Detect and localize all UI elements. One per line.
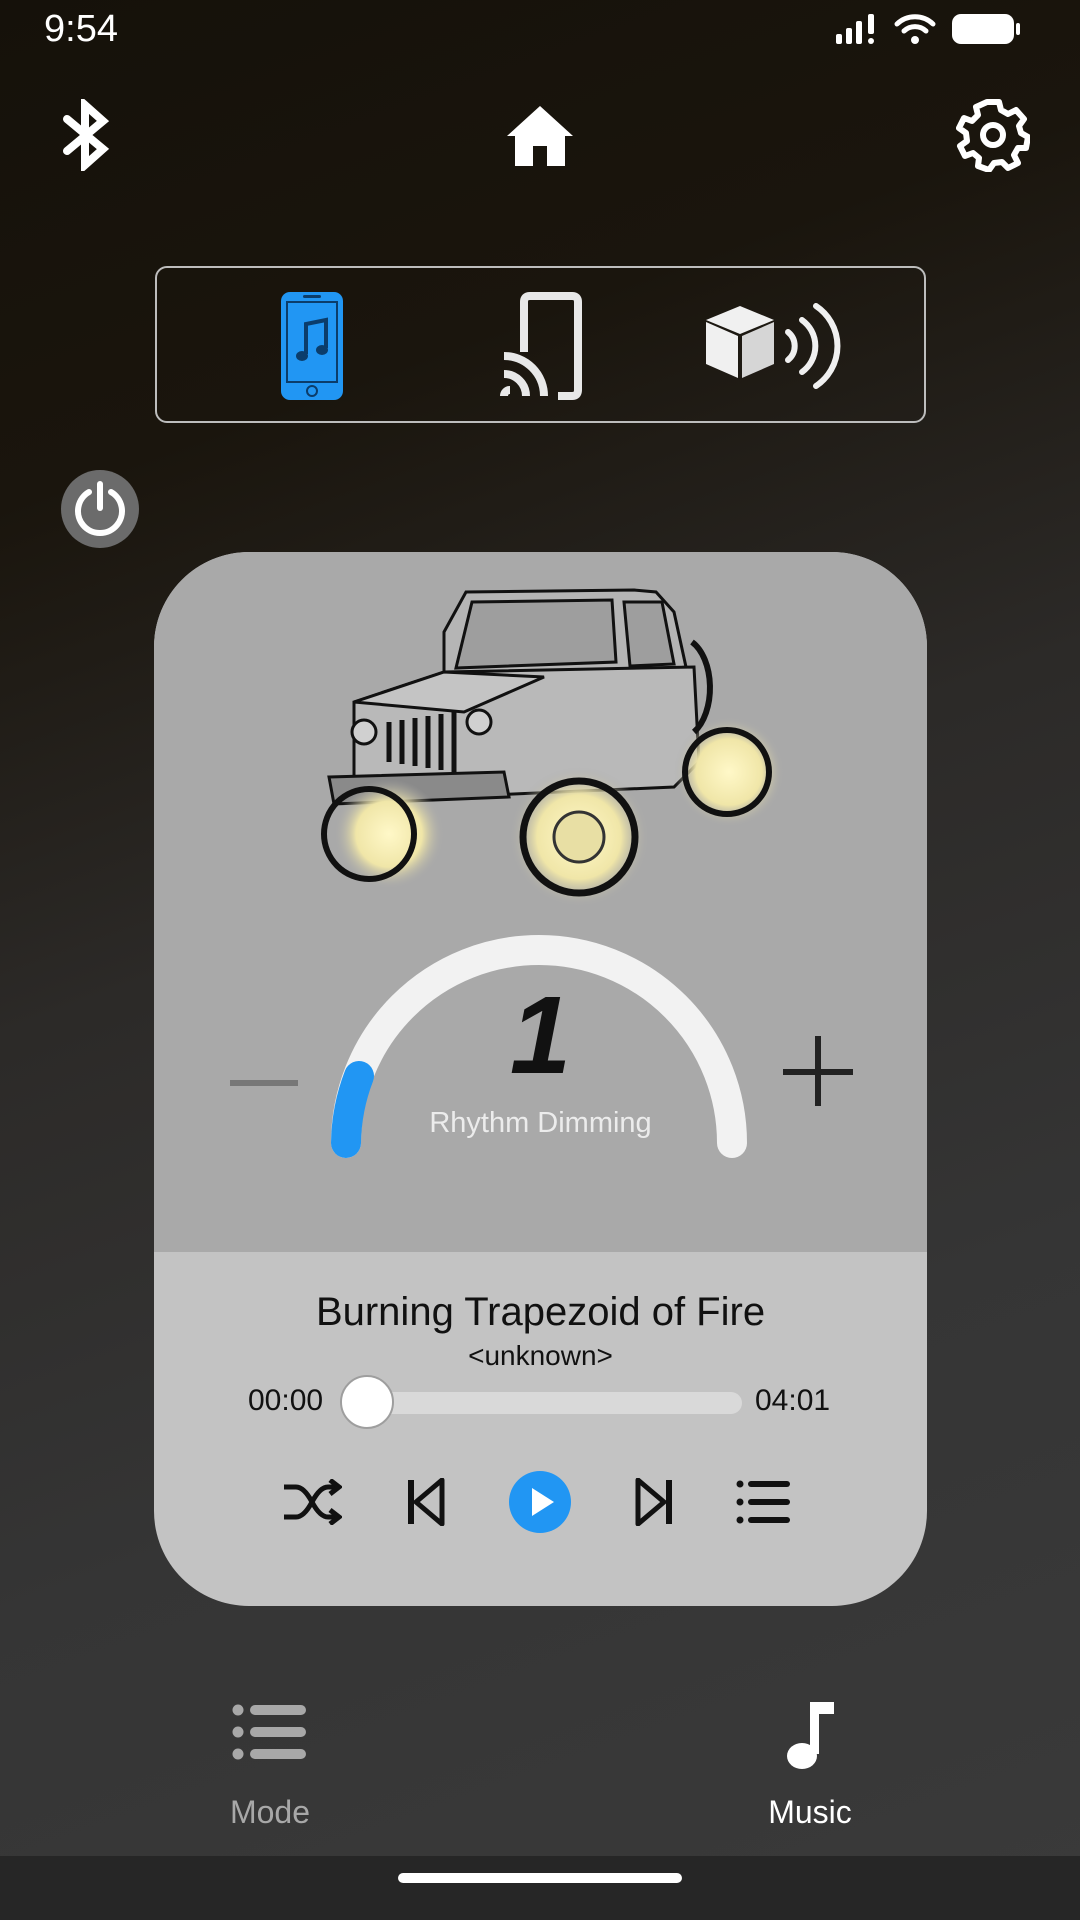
control-card: 1 Rhythm Dimming Burning Trapezoid of Fi… (154, 552, 927, 1606)
home-indicator[interactable] (398, 1873, 682, 1883)
progress-knob[interactable] (340, 1375, 394, 1429)
power-icon (75, 481, 125, 537)
jeep-illustration (321, 588, 784, 907)
bluetooth-icon (63, 99, 110, 171)
playback-controls (154, 1462, 927, 1542)
next-button[interactable] (622, 1470, 686, 1534)
power-button[interactable] (61, 470, 139, 548)
current-time: 00:00 (248, 1384, 324, 1417)
shuffle-icon (284, 1479, 342, 1525)
source-cast-button[interactable] (477, 286, 607, 406)
progress-slider[interactable] (366, 1392, 742, 1414)
play-button[interactable] (504, 1466, 576, 1538)
playlist-button[interactable] (732, 1470, 796, 1534)
rhythm-panel: 1 Rhythm Dimming (154, 552, 927, 1252)
status-bar: 9:54 (0, 0, 1080, 60)
wifi-icon (894, 14, 936, 44)
shuffle-button[interactable] (280, 1470, 344, 1534)
tab-mode-label: Mode (229, 1794, 311, 1830)
next-icon (635, 1478, 672, 1526)
song-artist: <unknown> (468, 1340, 613, 1371)
increase-button[interactable] (779, 1032, 859, 1112)
previous-button[interactable] (394, 1470, 458, 1534)
previous-icon (408, 1478, 445, 1526)
status-icons (834, 12, 1022, 46)
total-time: 04:01 (755, 1384, 831, 1417)
tab-mode[interactable]: Mode (170, 1690, 370, 1840)
speaker-icon (706, 303, 841, 389)
top-nav (0, 90, 1080, 200)
system-nav-bar (0, 1856, 1080, 1920)
list-icon (232, 1704, 306, 1760)
play-icon (509, 1471, 571, 1533)
tab-music[interactable]: Music (710, 1690, 910, 1840)
cast-icon (500, 292, 582, 400)
signal-icon (836, 14, 874, 44)
tab-music-label: Music (768, 1794, 852, 1830)
bottom-nav: Mode Music (0, 1690, 1080, 1850)
phone-music-icon (281, 292, 343, 400)
settings-button[interactable] (948, 90, 1038, 180)
source-selector (155, 266, 926, 423)
music-note-icon (787, 1702, 834, 1769)
playlist-icon (736, 1480, 790, 1524)
decrease-button[interactable] (224, 1054, 304, 1114)
source-speaker-button[interactable] (697, 286, 847, 406)
gear-icon (956, 99, 1030, 172)
status-time: 9:54 (44, 8, 118, 50)
home-button[interactable] (495, 90, 585, 180)
battery-icon (952, 14, 1020, 44)
home-icon (507, 106, 573, 166)
bluetooth-button[interactable] (42, 90, 132, 180)
song-title: Burning Trapezoid of Fire (315, 1290, 766, 1334)
source-phone-button[interactable] (247, 286, 377, 406)
